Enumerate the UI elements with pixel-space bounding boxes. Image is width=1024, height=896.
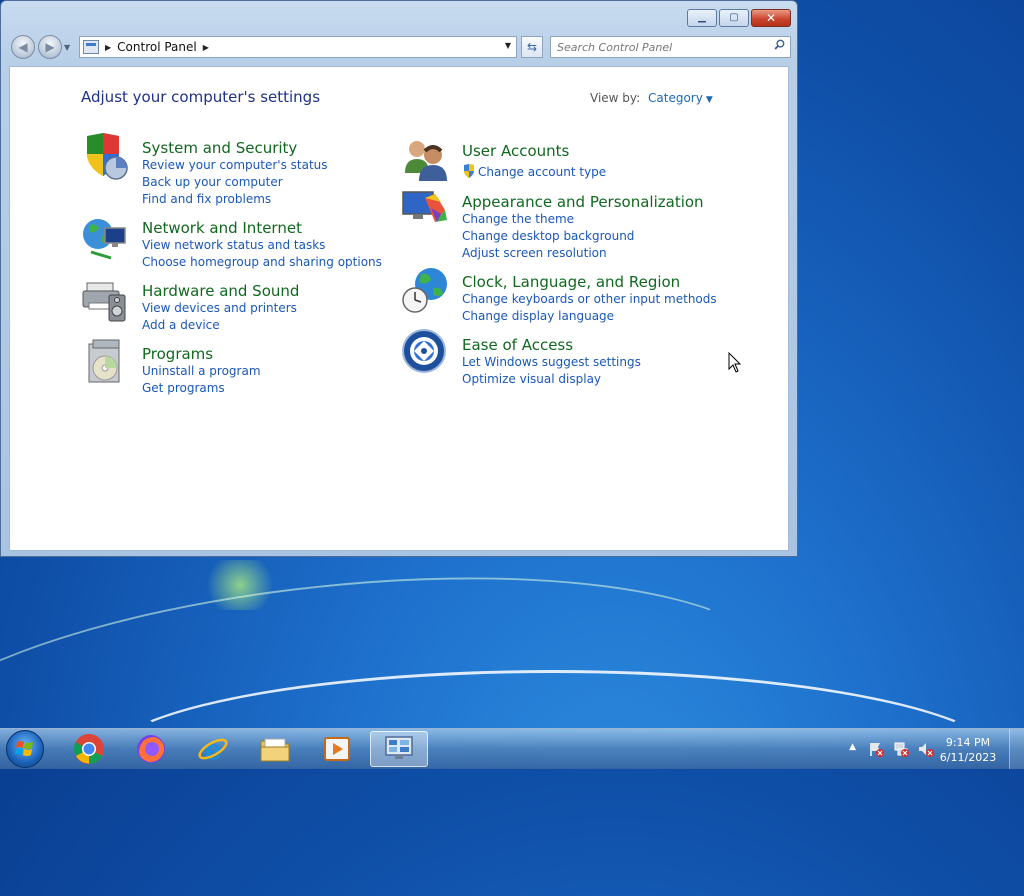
category-link[interactable]: Uninstall a program — [142, 363, 261, 380]
category-link[interactable]: Optimize visual display — [462, 371, 641, 388]
category-user-accounts: User Accounts Change account type — [405, 141, 606, 181]
windows-logo-icon — [15, 741, 33, 756]
appearance-icon[interactable] — [401, 186, 451, 236]
taskbar-file-explorer[interactable] — [248, 731, 302, 767]
category-title[interactable]: User Accounts — [462, 142, 606, 160]
category-title[interactable]: Clock, Language, and Region — [462, 273, 717, 291]
clock-date: 6/11/2023 — [939, 751, 997, 764]
hardware-sound-icon[interactable] — [81, 275, 131, 325]
close-button[interactable]: ✕ — [751, 9, 791, 27]
view-by-label: View by: — [590, 91, 641, 105]
start-button[interactable] — [6, 730, 44, 768]
control-panel-content: Adjust your computer's settings View by:… — [9, 66, 789, 551]
user-accounts-icon[interactable] — [401, 135, 451, 185]
taskbar-internet-explorer[interactable]: e — [186, 731, 240, 767]
taskbar-control-panel[interactable] — [370, 731, 428, 767]
category-system-security: System and Security Review your computer… — [87, 133, 328, 208]
back-button[interactable]: ◀ — [11, 35, 35, 59]
control-panel-window: ▁ ▢ ✕ ◀ ▶ ▼ ▶ Control Panel ▶ ▼ ⇆ Adjust… — [0, 0, 798, 557]
category-link[interactable]: Find and fix problems — [142, 191, 328, 208]
minimize-button[interactable]: ▁ — [687, 9, 717, 27]
category-programs: Programs Uninstall a program Get program… — [88, 339, 261, 397]
taskbar-clock[interactable]: 9:14 PM 6/11/2023 — [936, 735, 1000, 765]
chevron-down-icon[interactable]: ▼ — [706, 95, 713, 105]
clock-language-icon[interactable] — [401, 266, 451, 316]
media-player-icon — [324, 737, 350, 761]
chrome-icon — [74, 734, 104, 764]
category-clock-language-region: Clock, Language, and Region Change keybo… — [402, 268, 717, 325]
category-link[interactable]: Back up your computer — [142, 174, 328, 191]
taskbar-chrome[interactable] — [62, 731, 116, 767]
category-title[interactable]: Hardware and Sound — [142, 282, 299, 300]
category-link-text[interactable]: Change account type — [478, 165, 606, 179]
category-link[interactable]: View devices and printers — [142, 300, 299, 317]
control-panel-icon — [83, 40, 99, 54]
maximize-button[interactable]: ▢ — [719, 9, 749, 27]
category-title[interactable]: Network and Internet — [142, 219, 382, 237]
category-link[interactable]: Change keyboards or other input methods — [462, 291, 717, 308]
file-explorer-icon — [260, 738, 290, 762]
category-title[interactable]: Ease of Access — [462, 336, 641, 354]
uac-shield-icon — [464, 164, 474, 178]
category-ease-of-access: Ease of Access Let Windows suggest setti… — [402, 329, 641, 388]
category-title[interactable]: Programs — [142, 345, 261, 363]
control-panel-icon — [385, 736, 413, 759]
category-link[interactable]: Let Windows suggest settings — [462, 354, 641, 371]
programs-icon[interactable] — [81, 338, 131, 388]
category-hardware-sound: Hardware and Sound View devices and prin… — [82, 282, 299, 334]
ease-of-access-icon[interactable] — [401, 329, 451, 379]
navigation-bar: ◀ ▶ ▼ ▶ Control Panel ▶ ▼ ⇆ — [9, 35, 791, 59]
network-internet-icon[interactable] — [81, 212, 131, 262]
search-box[interactable] — [550, 36, 791, 58]
show-hidden-icons-icon[interactable]: ▲ — [849, 742, 856, 752]
system-tray: ▲ 9:14 PM 6/11/2023 — [824, 729, 1024, 769]
mouse-cursor-icon — [728, 352, 742, 373]
category-link[interactable]: Choose homegroup and sharing options — [142, 254, 382, 271]
action-center-flag-icon[interactable] — [868, 741, 884, 757]
view-by-value[interactable]: Category — [648, 91, 703, 105]
category-network-internet: Network and Internet View network status… — [83, 219, 382, 271]
breadcrumb-arrow-icon[interactable]: ▶ — [105, 43, 111, 52]
breadcrumb-arrow-icon[interactable]: ▶ — [203, 43, 209, 52]
category-link[interactable]: Adjust screen resolution — [462, 245, 704, 262]
search-input[interactable] — [557, 38, 767, 56]
taskbar: e ▲ 9:14 PM 6/11/2023 — [0, 728, 1024, 769]
volume-muted-icon[interactable] — [918, 741, 934, 757]
refresh-button[interactable]: ⇆ — [521, 36, 543, 58]
caption-buttons: ▁ ▢ ✕ — [687, 9, 791, 27]
taskbar-firefox[interactable] — [124, 731, 178, 767]
category-link[interactable]: Change desktop background — [462, 228, 704, 245]
category-link[interactable]: Change account type — [462, 164, 606, 181]
internet-explorer-icon: e — [198, 733, 228, 765]
clock-time: 9:14 PM — [945, 736, 991, 749]
forward-button[interactable]: ▶ — [38, 35, 62, 59]
category-link[interactable]: Change the theme — [462, 211, 704, 228]
category-appearance: Appearance and Personalization Change th… — [402, 191, 704, 262]
category-link[interactable]: Get programs — [142, 380, 261, 397]
category-link[interactable]: View network status and tasks — [142, 237, 382, 254]
view-by-dropdown[interactable]: Category ▼ — [648, 91, 713, 105]
category-link[interactable]: Review your computer's status — [142, 157, 328, 174]
show-desktop-button[interactable] — [1009, 729, 1024, 769]
system-security-icon[interactable] — [81, 132, 131, 182]
network-status-icon[interactable] — [893, 741, 909, 757]
address-dropdown-icon[interactable]: ▼ — [505, 41, 511, 50]
search-icon[interactable] — [774, 39, 785, 50]
category-link[interactable]: Change display language — [462, 308, 717, 325]
address-bar[interactable]: ▶ Control Panel ▶ ▼ — [79, 36, 517, 58]
recent-pages-dropdown[interactable]: ▼ — [64, 43, 70, 52]
page-title: Adjust your computer's settings — [81, 88, 321, 106]
category-title[interactable]: Appearance and Personalization — [462, 193, 704, 211]
category-link[interactable]: Add a device — [142, 317, 299, 334]
breadcrumb-control-panel[interactable]: Control Panel — [117, 40, 197, 54]
category-title[interactable]: System and Security — [142, 139, 328, 157]
svg-text:e: e — [204, 733, 222, 765]
firefox-icon — [137, 735, 165, 763]
taskbar-media-player[interactable] — [310, 731, 364, 767]
